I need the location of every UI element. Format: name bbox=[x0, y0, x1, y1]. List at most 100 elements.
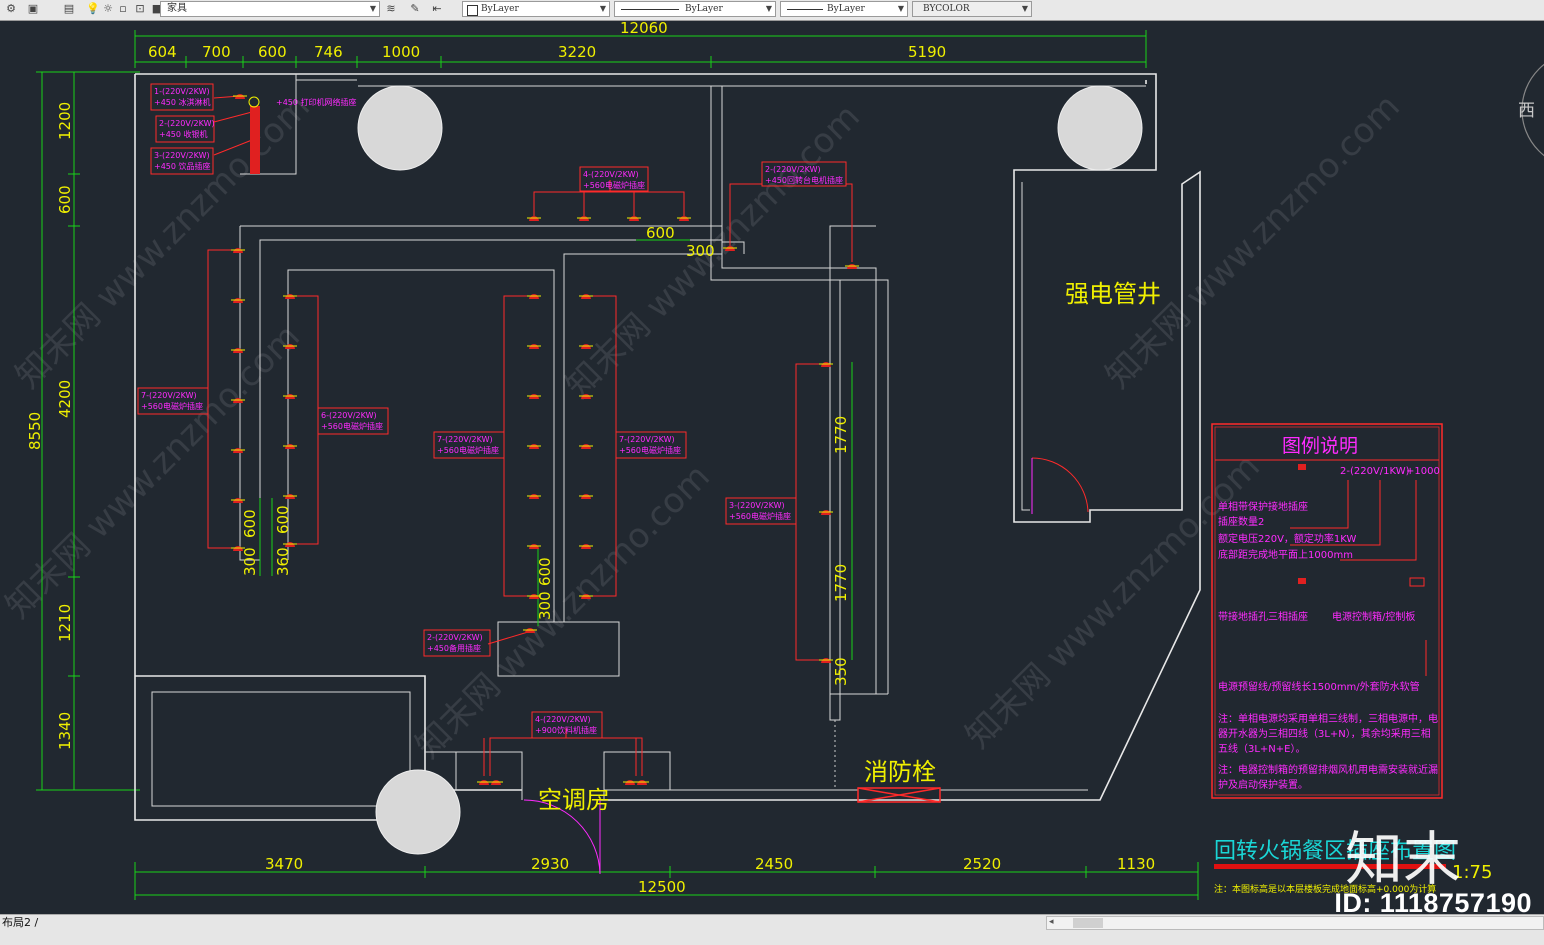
color-dropdown[interactable]: ByLayer ▼ bbox=[462, 1, 610, 17]
outlet-symbol bbox=[527, 544, 541, 549]
dimension-label: 604 bbox=[148, 43, 177, 61]
outlet-symbol bbox=[677, 216, 691, 221]
dimension-label: 600 bbox=[646, 224, 675, 242]
floor-plan-svg: .wall{stroke:#e8e8e8;stroke-width:1.6;fi… bbox=[0, 19, 1544, 900]
line-preview bbox=[621, 9, 679, 10]
legend-sample-height: +1000 bbox=[1406, 466, 1440, 477]
layer-dropdown[interactable]: 家具 ▼ bbox=[160, 1, 380, 17]
color-swatch bbox=[467, 5, 478, 16]
dimension-label: 700 bbox=[202, 43, 231, 61]
outlet-symbol bbox=[527, 494, 541, 499]
dimension-label: 600 bbox=[241, 509, 259, 538]
legend-note: 注：单相电源均采用单相三线制，三相电源中，电 bbox=[1218, 712, 1438, 725]
dimension-label: 2450 bbox=[755, 855, 793, 873]
lock-icon[interactable]: ⊡ bbox=[133, 2, 147, 16]
legend-note: 护及启动保护装置。 bbox=[1218, 778, 1308, 791]
drawing-canvas[interactable]: .wall{stroke:#e8e8e8;stroke-width:1.6;fi… bbox=[0, 19, 1544, 914]
dimension-label: 1340 bbox=[56, 712, 74, 750]
plotstyle-value: BYCOLOR bbox=[923, 4, 970, 14]
outlet-symbol bbox=[231, 448, 245, 453]
layer-value: 家具 bbox=[167, 3, 187, 14]
previous-layer-icon[interactable]: ⇤ bbox=[430, 2, 444, 16]
dimension-label: 746 bbox=[314, 43, 343, 61]
outlet-symbol bbox=[819, 362, 833, 367]
circuit-tag: 7-(220V/2KW)+560电磁炉插座 bbox=[615, 431, 687, 459]
circuit-tag-text: 3-(220V/2KW) bbox=[729, 501, 785, 510]
gear-icon[interactable]: ⚙ bbox=[4, 2, 18, 16]
circuit-tag: 3-(220V/2KW)+450 饮品插座 bbox=[150, 147, 214, 175]
printer-socket-label: +450 打印机网络插座 bbox=[276, 97, 357, 107]
circuit-tag-text: +560电磁炉插座 bbox=[437, 445, 499, 455]
legend-line: 插座数量2 bbox=[1218, 515, 1264, 528]
outlet-symbol bbox=[579, 494, 593, 499]
circuit-tag-text: +900饮料机插座 bbox=[535, 725, 597, 735]
tab-layout2[interactable]: 布局2 / bbox=[0, 915, 38, 931]
match-layer-icon[interactable]: ✎ bbox=[408, 2, 422, 16]
dimension-label: 3470 bbox=[265, 855, 303, 873]
top-dimensions: 12060 604 700 600 746 1000 3220 5190 bbox=[134, 19, 1147, 68]
outlet-symbol bbox=[283, 444, 297, 449]
compass-label: 西 bbox=[1518, 101, 1535, 121]
lineweight-value: ByLayer bbox=[827, 4, 865, 14]
dimension-label: 600 bbox=[274, 505, 292, 534]
scrollbar-thumb[interactable] bbox=[1073, 918, 1103, 928]
watermark-text: 知末网 www.znzmo.com bbox=[958, 447, 1268, 757]
outlet-symbol bbox=[283, 394, 297, 399]
brand-logo-text: 知末 bbox=[1345, 825, 1462, 893]
legend-sample-tag: 2-(220V/1KW) bbox=[1340, 466, 1410, 477]
outlet-symbol bbox=[527, 294, 541, 299]
outlet-symbol bbox=[283, 542, 297, 547]
dimension-label: 12500 bbox=[638, 878, 686, 896]
linetype-dropdown[interactable]: ByLayer ▼ bbox=[614, 1, 776, 17]
freeze-icon[interactable]: ▫ bbox=[116, 2, 130, 16]
outlet-symbol bbox=[231, 546, 245, 551]
outlet-symbol bbox=[845, 264, 859, 269]
circuit-tag: 1-(220V/2KW)+450 冰淇淋机 bbox=[150, 83, 214, 111]
legend-note: 注：电器控制箱的预留排烟风机用电需安装就近漏 bbox=[1218, 763, 1438, 776]
circuit-tag-text: +450 收银机 bbox=[159, 129, 208, 139]
bottom-dimensions: 3470 2930 2450 2520 1130 12500 bbox=[134, 855, 1199, 900]
room-label-shaft: 强电管井 bbox=[1065, 280, 1161, 308]
outlet-symbol bbox=[233, 94, 247, 99]
circuit-tag: 7-(220V/2KW)+560电磁炉插座 bbox=[433, 431, 505, 459]
outlet-symbol bbox=[283, 494, 297, 499]
circuit-tag-text: +560电磁炉插座 bbox=[583, 180, 645, 190]
circuit-tag-text: 7-(220V/2KW) bbox=[437, 435, 493, 444]
circuit-tag-text: 6-(220V/2KW) bbox=[321, 411, 377, 420]
watermark-text: 知末网 www.znzmo.com bbox=[1098, 87, 1408, 397]
dimension-label: 360 bbox=[274, 547, 292, 576]
outlet-symbol bbox=[577, 216, 591, 221]
outlet-symbol bbox=[819, 658, 833, 663]
door-arc bbox=[1031, 457, 1089, 513]
color-value: ByLayer bbox=[481, 4, 519, 14]
circuit-tag-text: +450 饮品插座 bbox=[154, 161, 211, 171]
bulb-icon[interactable]: 💡 bbox=[86, 2, 100, 16]
layout-tab-label: 布局2 bbox=[2, 916, 31, 929]
status-bar: 布局2 / ◂ bbox=[0, 914, 1544, 945]
outlet-symbol bbox=[489, 780, 503, 785]
plotstyle-dropdown[interactable]: BYCOLOR ▼ bbox=[912, 1, 1032, 17]
dimension-label: 2930 bbox=[531, 855, 569, 873]
sun-icon[interactable]: ☼ bbox=[101, 2, 115, 16]
dimension-label: 600 bbox=[56, 185, 74, 214]
horizontal-scrollbar[interactable]: ◂ bbox=[1046, 916, 1544, 930]
lineweight-dropdown[interactable]: ByLayer ▼ bbox=[780, 1, 908, 17]
outlet-symbol bbox=[579, 294, 593, 299]
outlet-symbol bbox=[231, 248, 245, 253]
scroll-left-icon[interactable]: ◂ bbox=[1049, 917, 1054, 927]
outlet-symbol bbox=[623, 780, 637, 785]
circuit-tag-text: +560电磁炉插座 bbox=[729, 511, 791, 521]
circuit-tag-text: +450回转台电机插座 bbox=[765, 175, 843, 185]
circuit-tag-text: 7-(220V/2KW) bbox=[619, 435, 675, 444]
chevron-down-icon: ▼ bbox=[1021, 4, 1028, 13]
outlet-symbol bbox=[819, 510, 833, 515]
socket-strip bbox=[250, 106, 260, 174]
layer-properties-icon[interactable]: ▤ bbox=[62, 2, 76, 16]
dimension-label: 300 bbox=[686, 242, 715, 260]
layer-states-icon[interactable]: ▣ bbox=[26, 2, 40, 16]
circuit-tag: 2-(220V/2KW)+450 收银机 bbox=[155, 115, 215, 143]
make-current-icon[interactable]: ≋ bbox=[384, 2, 398, 16]
dimension-label: 12060 bbox=[620, 20, 668, 37]
circuit-tag-text: 4-(220V/2KW) bbox=[583, 170, 639, 179]
dimension-label: 2520 bbox=[963, 855, 1001, 873]
